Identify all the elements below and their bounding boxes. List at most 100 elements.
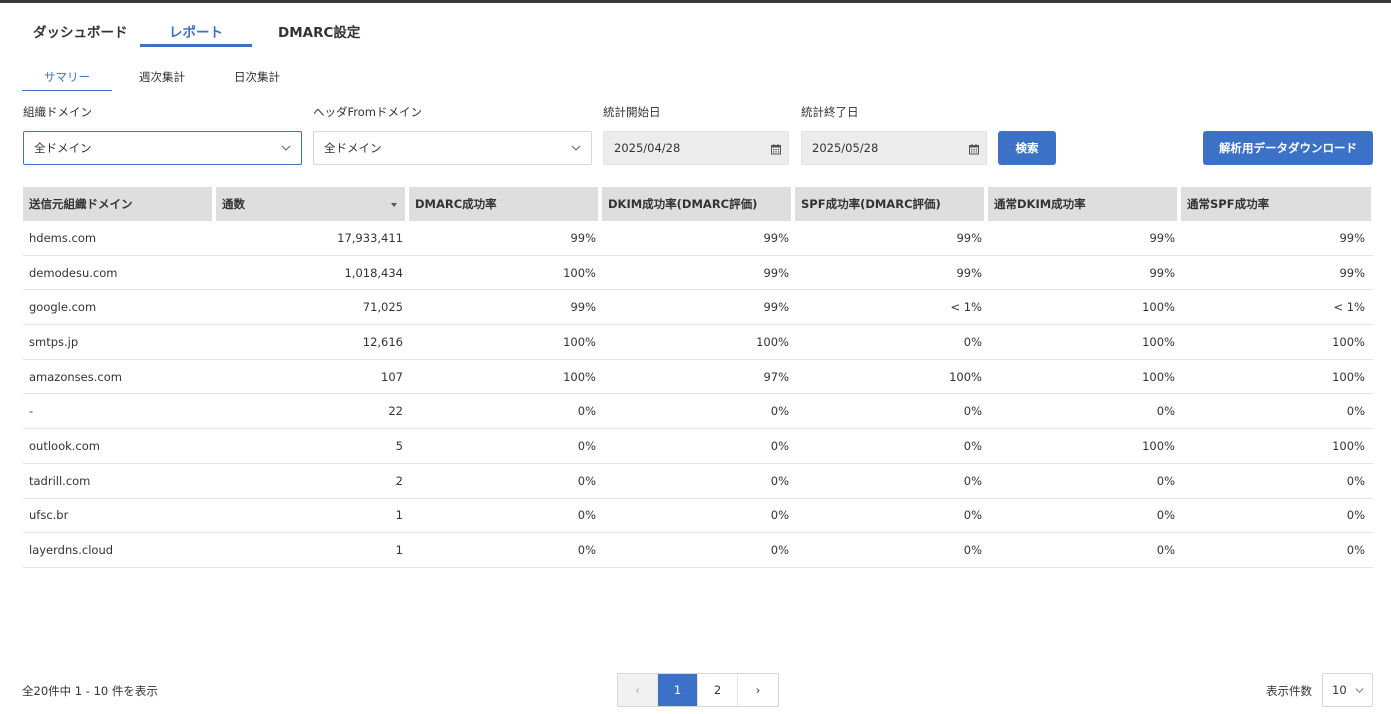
cell-spf-rate: 0% <box>1346 543 1365 558</box>
page-2-button[interactable]: 2 <box>698 674 738 706</box>
org-domain-value: 全ドメイン <box>34 141 92 155</box>
search-button[interactable]: 検索 <box>998 131 1056 165</box>
per-page-select[interactable]: 10 <box>1322 673 1373 707</box>
calendar-icon[interactable] <box>770 143 782 155</box>
pagination: ‹ 1 2 › <box>617 673 779 707</box>
table-row: smtps.jp 12,616 100% 100% 0% 100% 100% <box>23 325 1373 360</box>
table-body: hdems.com 17,933,411 99% 99% 99% 99% 99% demode… <box>23 221 1373 568</box>
cell-dmarc-rate: 0% <box>577 473 596 488</box>
cell-dkim-rate: 0% <box>1156 508 1175 523</box>
cell-sender-domain: layerdns.cloud <box>29 543 114 558</box>
chevron-down-icon <box>571 145 581 151</box>
table-row: - 22 0% 0% 0% 0% 0% <box>23 394 1373 430</box>
cell-count: 5 <box>395 438 403 453</box>
cell-dkim-dmarc-rate: 99% <box>763 230 789 245</box>
cell-spf-rate: 100% <box>1332 438 1365 453</box>
prev-page-button[interactable]: ‹ <box>618 674 658 706</box>
subtab-summary[interactable]: サマリー <box>22 62 112 91</box>
cell-dkim-dmarc-rate: 99% <box>763 300 789 315</box>
calendar-icon[interactable] <box>968 143 980 155</box>
end-date-value: 2025/05/28 <box>812 141 879 155</box>
cell-dkim-dmarc-rate: 0% <box>770 404 789 419</box>
subtab-daily[interactable]: 日次集計 <box>212 62 302 91</box>
cell-spf-rate: 100% <box>1332 334 1365 349</box>
cell-sender-domain: demodesu.com <box>29 265 118 280</box>
cell-dmarc-rate: 99% <box>570 230 596 245</box>
org-domain-select[interactable]: 全ドメイン <box>23 131 302 165</box>
next-page-button[interactable]: › <box>738 674 778 706</box>
cell-spf-dmarc-rate: 0% <box>963 404 982 419</box>
cell-dkim-dmarc-rate: 0% <box>770 438 789 453</box>
table-row: hdems.com 17,933,411 99% 99% 99% 99% 99% <box>23 221 1373 256</box>
cell-spf-dmarc-rate: 0% <box>963 334 982 349</box>
cell-dkim-rate: 0% <box>1156 543 1175 558</box>
org-domain-label: 組織ドメイン <box>23 105 92 119</box>
cell-spf-dmarc-rate: < 1% <box>950 300 982 315</box>
result-count: 全20件中 1 - 10 件を表示 <box>22 684 158 698</box>
col-count[interactable]: 通数 <box>216 187 405 221</box>
cell-spf-dmarc-rate: 0% <box>963 438 982 453</box>
table-row: outlook.com 5 0% 0% 0% 100% 100% <box>23 429 1373 464</box>
cell-sender-domain: outlook.com <box>29 438 100 453</box>
cell-dmarc-rate: 0% <box>577 543 596 558</box>
download-button[interactable]: 解析用データダウンロード <box>1203 131 1373 165</box>
col-spf-rate[interactable]: 通常SPF成功率 <box>1181 187 1371 221</box>
col-dkim-rate[interactable]: 通常DKIM成功率 <box>988 187 1177 221</box>
cell-spf-dmarc-rate: 0% <box>963 543 982 558</box>
subtab-weekly[interactable]: 週次集計 <box>117 62 207 91</box>
cell-spf-rate: 99% <box>1339 265 1365 280</box>
cell-dkim-dmarc-rate: 97% <box>763 369 789 384</box>
page-1-button[interactable]: 1 <box>658 674 698 706</box>
cell-dkim-dmarc-rate: 99% <box>763 265 789 280</box>
table-header: 送信元組織ドメイン 通数 DMARC成功率 DKIM成功率(DMARC評価) S… <box>23 187 1373 221</box>
cell-dkim-dmarc-rate: 0% <box>770 473 789 488</box>
top-border <box>0 0 1391 3</box>
sort-desc-icon <box>391 203 397 207</box>
cell-dmarc-rate: 0% <box>577 438 596 453</box>
cell-count: 22 <box>388 404 403 419</box>
cell-dkim-dmarc-rate: 0% <box>770 508 789 523</box>
tab-dmarc-settings[interactable]: DMARC設定 <box>267 14 371 47</box>
table-row: amazonses.com 107 100% 97% 100% 100% 100% <box>23 360 1373 395</box>
table-row: tadrill.com 2 0% 0% 0% 0% 0% <box>23 464 1373 499</box>
cell-count: 1 <box>395 543 403 558</box>
summary-table: 送信元組織ドメイン 通数 DMARC成功率 DKIM成功率(DMARC評価) S… <box>23 187 1373 568</box>
cell-dkim-rate: 100% <box>1142 369 1175 384</box>
from-domain-select[interactable]: 全ドメイン <box>313 131 592 165</box>
cell-dkim-dmarc-rate: 0% <box>770 543 789 558</box>
cell-sender-domain: ufsc.br <box>29 508 69 523</box>
cell-spf-dmarc-rate: 0% <box>963 508 982 523</box>
cell-dkim-rate: 0% <box>1156 404 1175 419</box>
chevron-down-icon <box>1355 688 1364 694</box>
col-sender-org-domain[interactable]: 送信元組織ドメイン <box>23 187 212 221</box>
main-tabs: ダッシュボード レポート DMARC設定 <box>22 14 371 48</box>
cell-sender-domain: amazonses.com <box>29 369 122 384</box>
cell-dkim-rate: 0% <box>1156 473 1175 488</box>
cell-dkim-rate: 100% <box>1142 438 1175 453</box>
start-date-input[interactable]: 2025/04/28 <box>603 131 789 165</box>
table-row: layerdns.cloud 1 0% 0% 0% 0% 0% <box>23 533 1373 568</box>
cell-dmarc-rate: 100% <box>563 369 596 384</box>
cell-spf-rate: < 1% <box>1333 300 1365 315</box>
cell-sender-domain: smtps.jp <box>29 334 79 349</box>
cell-spf-dmarc-rate: 99% <box>956 230 982 245</box>
tab-report[interactable]: レポート <box>140 14 252 47</box>
cell-count: 1 <box>395 508 403 523</box>
cell-sender-domain: google.com <box>29 300 97 315</box>
sub-tabs: サマリー 週次集計 日次集計 <box>22 62 302 92</box>
col-spf-dmarc-rate[interactable]: SPF成功率(DMARC評価) <box>795 187 984 221</box>
tab-dashboard[interactable]: ダッシュボード <box>22 14 140 47</box>
table-row: ufsc.br 1 0% 0% 0% 0% 0% <box>23 499 1373 534</box>
cell-dkim-dmarc-rate: 100% <box>756 334 789 349</box>
cell-spf-rate: 0% <box>1346 404 1365 419</box>
per-page-label: 表示件数 <box>1266 684 1312 698</box>
cell-count: 71,025 <box>362 300 403 315</box>
col-dkim-dmarc-rate[interactable]: DKIM成功率(DMARC評価) <box>602 187 791 221</box>
col-count-label: 通数 <box>222 197 245 211</box>
cell-sender-domain: hdems.com <box>29 230 97 245</box>
cell-dmarc-rate: 100% <box>563 334 596 349</box>
col-dmarc-rate[interactable]: DMARC成功率 <box>409 187 598 221</box>
end-date-input[interactable]: 2025/05/28 <box>801 131 987 165</box>
cell-count: 107 <box>381 369 403 384</box>
cell-spf-dmarc-rate: 0% <box>963 473 982 488</box>
